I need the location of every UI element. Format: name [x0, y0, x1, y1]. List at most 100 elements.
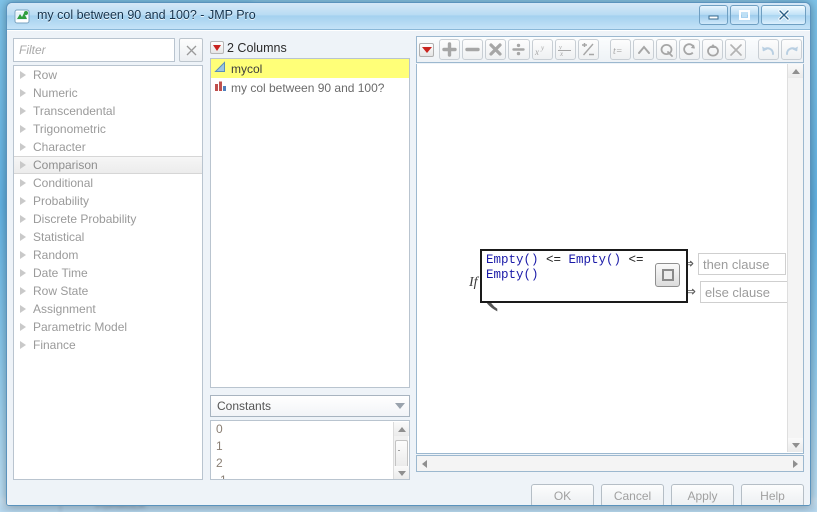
local-variable-button[interactable]: t=	[610, 39, 632, 60]
chevron-right-icon[interactable]	[18, 178, 28, 188]
clear-filter-icon[interactable]	[179, 38, 203, 62]
ok-button[interactable]: OK	[531, 484, 594, 505]
then-clause-slot[interactable]: then clause	[697, 253, 786, 275]
unpeel-button[interactable]	[702, 39, 724, 60]
function-category-assignment[interactable]: Assignment	[14, 300, 202, 318]
function-category-trigonometric[interactable]: Trigonometric	[14, 120, 202, 138]
root-button[interactable]: yx	[554, 39, 576, 60]
function-category-label: Character	[33, 140, 86, 154]
chevron-right-icon[interactable]	[18, 322, 28, 332]
function-category-finance[interactable]: Finance	[14, 336, 202, 354]
apply-button[interactable]: Apply	[671, 484, 734, 505]
chevron-right-icon[interactable]	[18, 286, 28, 296]
chevron-right-icon[interactable]	[18, 70, 28, 80]
help-button[interactable]: Help	[741, 484, 804, 505]
red-triangle-menu-icon[interactable]	[419, 42, 435, 57]
chevron-right-icon[interactable]	[18, 232, 28, 242]
else-clause-slot[interactable]: else clause	[699, 281, 788, 303]
function-category-parametric-model[interactable]: Parametric Model	[14, 318, 202, 336]
insert-above-button[interactable]	[633, 39, 655, 60]
function-category-discrete-probability[interactable]: Discrete Probability	[14, 210, 202, 228]
scroll-down-icon[interactable]	[394, 466, 409, 479]
cancel-button[interactable]: Cancel	[601, 484, 664, 505]
operator-token: <=	[538, 253, 569, 267]
red-triangle-menu-icon[interactable]	[210, 41, 224, 54]
chevron-right-icon[interactable]	[18, 196, 28, 206]
chevron-right-icon[interactable]	[18, 88, 28, 98]
title-bar: my col between 90 and 100? - JMP Pro	[7, 3, 810, 30]
operator-token: <=	[621, 253, 652, 267]
function-category-date-time[interactable]: Date Time	[14, 264, 202, 282]
redo-button[interactable]	[781, 39, 803, 60]
columns-panel: 2 Columns mycol my col between 90 and 100…	[208, 34, 413, 482]
constants-scrollbar[interactable]	[393, 422, 409, 479]
constant-item[interactable]: 1	[211, 438, 409, 455]
chevron-right-icon[interactable]	[18, 304, 28, 314]
columns-header: 2 Columns	[210, 38, 410, 57]
function-category-label: Finance	[33, 338, 76, 352]
canvas-vertical-scrollbar[interactable]	[787, 64, 803, 452]
function-category-transcendental[interactable]: Transcendental	[14, 102, 202, 120]
peel-button[interactable]	[656, 39, 678, 60]
minimize-button[interactable]	[699, 5, 728, 25]
formula-editor-window: my col between 90 and 100? - JMP Pro Fil…	[6, 2, 811, 506]
function-category-label: Statistical	[33, 230, 85, 244]
undo-button[interactable]	[757, 39, 780, 60]
client-area: Row Numeric Transcendental Trigonometric Cha…	[7, 30, 810, 505]
exponent-button[interactable]: xy	[531, 39, 553, 60]
function-category-row[interactable]: Row	[14, 66, 202, 84]
delete-button[interactable]	[725, 39, 747, 60]
scroll-up-icon[interactable]	[394, 422, 409, 436]
chevron-right-icon[interactable]	[18, 268, 28, 278]
chevron-right-icon[interactable]	[18, 340, 28, 350]
multiply-button[interactable]	[485, 39, 507, 60]
constants-select[interactable]: Constants	[210, 395, 410, 417]
chevron-right-icon[interactable]	[18, 160, 28, 170]
svg-text:x: x	[534, 47, 539, 57]
svg-text:x: x	[559, 50, 564, 57]
subtract-button[interactable]	[462, 39, 484, 60]
scroll-right-icon[interactable]	[788, 456, 803, 471]
columns-list[interactable]: mycol my col between 90 and 100?	[210, 58, 410, 388]
search-input[interactable]	[13, 38, 175, 62]
scroll-up-icon[interactable]	[788, 64, 803, 78]
popup-expression-text: Empty() <= Empty() <= Empty()	[486, 253, 646, 283]
swap-button[interactable]	[679, 39, 701, 60]
chevron-right-icon[interactable]	[18, 106, 28, 116]
sign-toggle-button[interactable]	[577, 39, 599, 60]
function-category-label: Probability	[33, 194, 90, 208]
column-list-item[interactable]: my col between 90 and 100?	[211, 78, 409, 97]
function-category-statistical[interactable]: Statistical	[14, 228, 202, 246]
close-button[interactable]	[761, 5, 806, 25]
maximize-button[interactable]	[730, 5, 759, 25]
function-category-row-state[interactable]: Row State	[14, 282, 202, 300]
constant-item[interactable]: 0	[211, 421, 409, 438]
scroll-left-icon[interactable]	[417, 456, 432, 471]
expression-popup-editor[interactable]: Empty() <= Empty() <= Empty()	[480, 249, 688, 303]
function-category-conditional[interactable]: Conditional	[14, 174, 202, 192]
divide-button[interactable]	[508, 39, 530, 60]
svg-text:y: y	[540, 44, 545, 52]
chevron-right-icon[interactable]	[18, 142, 28, 152]
column-list-item[interactable]: mycol	[211, 59, 409, 78]
function-category-label: Row	[33, 68, 58, 82]
chevron-right-icon[interactable]	[18, 124, 28, 134]
constant-item[interactable]: 2	[211, 455, 409, 472]
function-category-character[interactable]: Character	[14, 138, 202, 156]
continuous-column-icon	[214, 60, 227, 78]
add-button[interactable]	[439, 39, 461, 60]
chevron-right-icon[interactable]	[18, 214, 28, 224]
canvas-horizontal-scrollbar[interactable]	[416, 455, 804, 472]
constants-list[interactable]: 012-1pi	[210, 420, 410, 480]
function-category-list[interactable]: Row Numeric Transcendental Trigonometric Cha…	[13, 65, 203, 480]
function-category-comparison[interactable]: Comparison	[14, 156, 202, 174]
function-category-probability[interactable]: Probability	[14, 192, 202, 210]
function-category-label: Discrete Probability	[33, 212, 137, 226]
function-category-label: Transcendental	[33, 104, 116, 118]
constant-item[interactable]: -1	[211, 472, 409, 479]
function-category-numeric[interactable]: Numeric	[14, 84, 202, 102]
chevron-right-icon[interactable]	[18, 250, 28, 260]
stop-square-icon[interactable]	[655, 263, 680, 287]
function-category-random[interactable]: Random	[14, 246, 202, 264]
scroll-down-icon[interactable]	[788, 438, 803, 452]
